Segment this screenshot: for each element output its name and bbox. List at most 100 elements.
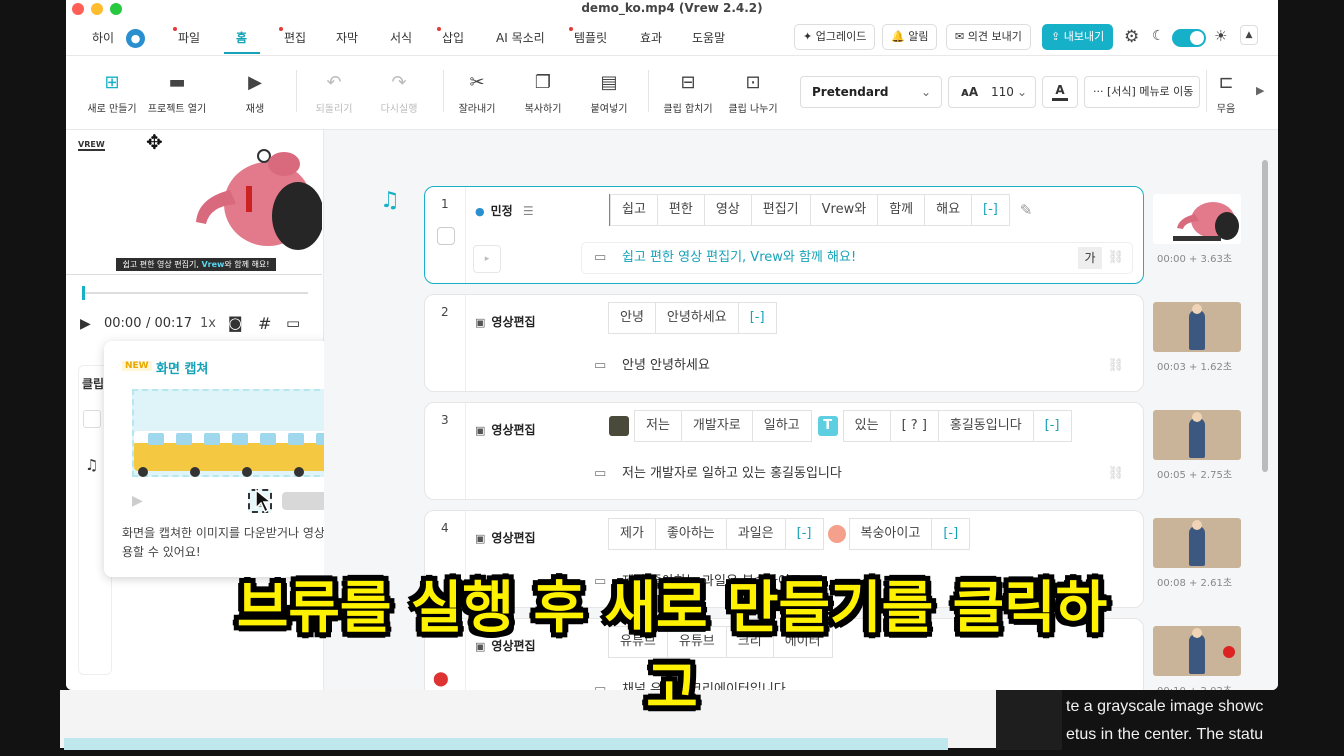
more-icon: ··· [1093, 85, 1107, 98]
menu-home[interactable]: 홈 [236, 29, 247, 46]
word-chip[interactable]: 해요 [924, 194, 973, 226]
playback-speed[interactable]: 1x [200, 316, 216, 331]
word-chip[interactable]: 안녕 [608, 302, 656, 334]
speaker[interactable]: ▣ 영상편집 [475, 529, 536, 546]
silence-chip[interactable]: [-] [784, 518, 824, 550]
subtitle-line[interactable]: ▭ 쉽고 편한 영상 편집기, Vrew와 함께 해요! 가 ⛓ [581, 242, 1133, 274]
clip-row[interactable]: 2 ▣ 영상편집 안녕 안녕하세요 [-] ▭ 안녕 안녕하세요 ⛓ [424, 294, 1144, 392]
go-to-format-menu-button[interactable]: ··· [서식] 메뉴로 이동 [1084, 76, 1200, 108]
font-size-select[interactable]: ᴀA 110 ⌄ [948, 76, 1036, 108]
play-icon[interactable]: ▶ [80, 316, 91, 332]
theme-toggle[interactable] [1172, 29, 1206, 47]
word-chip[interactable]: 일하고 [751, 410, 812, 442]
export-button[interactable]: ⇪ 내보내기 [1042, 24, 1114, 50]
word-chip[interactable]: Vrew와 [809, 194, 879, 226]
word-chip[interactable]: 과일은 [725, 518, 786, 550]
progress-bar[interactable] [82, 286, 308, 300]
new-project-button[interactable]: ⊞ 새로 만들기 [78, 72, 146, 115]
link-icon[interactable]: ⛓ [1107, 351, 1124, 381]
clip-row[interactable]: 3 ▣ 영상편집 저는 개발자로 일하고 T 있는 [ ? ] 홍길동입니다 [-… [424, 402, 1144, 500]
collapse-toolbar-button[interactable]: ▲ [1240, 25, 1258, 45]
subtitle-style-button[interactable]: 가 [1078, 247, 1102, 269]
subtitle-line[interactable]: ▭ 안녕 안녕하세요 ⛓ [581, 350, 1133, 382]
aspect-ratio-icon[interactable]: ▭ [286, 314, 300, 332]
silence-chip[interactable]: [-] [931, 518, 971, 550]
link-icon[interactable]: ⛓ [1107, 243, 1124, 273]
silence-chip[interactable]: [-] [1032, 410, 1072, 442]
clip-add-media-icon[interactable]: ▸ [473, 245, 501, 273]
grid-icon[interactable]: # [258, 314, 271, 333]
notification-button[interactable]: 🔔 알림 [882, 24, 938, 50]
word-chip[interactable]: 홍길동입니다 [937, 410, 1034, 442]
silence-chip[interactable]: [-] [737, 302, 777, 334]
open-project-button[interactable]: ▬ 프로젝트 열기 [143, 72, 211, 115]
merge-icon: ⊟ [680, 72, 696, 93]
word-chip[interactable]: 좋아하는 [654, 518, 727, 550]
redo-button[interactable]: ↷ 다시실행 [365, 72, 433, 115]
word-chip[interactable]: 복숭아이고 [848, 518, 933, 550]
link-icon[interactable]: ⛓ [1107, 459, 1124, 489]
merge-clip-button[interactable]: ⊟ 클립 합치기 [654, 72, 722, 115]
menu-ai-voice[interactable]: AI 목소리 [496, 29, 545, 46]
word-chip[interactable]: 개발자로 [680, 410, 753, 442]
split-clip-button[interactable]: ⊡ 클립 나누기 [719, 72, 787, 115]
menu-insert[interactable]: 삽입 [437, 27, 464, 46]
clip-row[interactable]: 1 ▸ ● 민정 ☰ 쉽고 편한 영상 편집기 Vrew와 함께 해요 [-] ✎… [424, 186, 1144, 284]
clip-thumbnail[interactable] [1153, 410, 1241, 460]
word-chip[interactable]: 함께 [877, 194, 926, 226]
progress-handle[interactable] [82, 286, 85, 300]
feedback-button[interactable]: ✉ 의견 보내기 [946, 24, 1031, 50]
copy-button[interactable]: ❐ 복사하기 [509, 72, 577, 115]
clip-thumbnail[interactable] [1153, 518, 1241, 568]
music-note-icon[interactable]: ♫ [85, 456, 98, 474]
speaker[interactable]: ▣ 영상편집 [475, 421, 536, 438]
speaker[interactable]: ● 민정 ☰ [475, 202, 540, 219]
clip-panel-checkbox[interactable] [83, 410, 101, 428]
clip-thumbnail[interactable] [1153, 302, 1241, 352]
paste-button[interactable]: ▤ 붙여넣기 [575, 72, 643, 115]
gear-icon[interactable]: ⚙ [1124, 27, 1139, 47]
word-chip[interactable]: 제가 [608, 518, 656, 550]
font-color-button[interactable]: A [1042, 76, 1078, 108]
menu-file[interactable]: 파일 [173, 27, 200, 46]
menu-format[interactable]: 서식 [390, 29, 412, 46]
menu-template[interactable]: 템플릿 [569, 27, 607, 46]
clip-divider [465, 403, 466, 499]
clip-thumbnail[interactable] [1153, 194, 1241, 244]
word-chip[interactable]: 편한 [656, 194, 705, 226]
speaker-settings-icon[interactable]: ☰ [523, 204, 534, 218]
menu-subtitle[interactable]: 자막 [336, 29, 358, 46]
play-button[interactable]: ▶ 재생 [221, 72, 289, 115]
screen-capture-icon[interactable]: ◙ [228, 314, 243, 332]
font-select[interactable]: Pretendard ⌄ [800, 76, 942, 108]
cut-button[interactable]: ✂ 잘라내기 [443, 72, 511, 115]
upgrade-button[interactable]: ✦ 업그레이드 [794, 24, 876, 50]
word-chip[interactable]: 편집기 [750, 194, 811, 226]
silence-chip[interactable]: [-] [971, 194, 1010, 226]
menu-edit[interactable]: 편집 [279, 27, 306, 46]
sticker-thumbnail[interactable] [609, 416, 629, 436]
toolbar-scroll-right-icon[interactable]: ▶ [1256, 84, 1264, 97]
speaker[interactable]: ▣ 영상편집 [475, 313, 536, 330]
pencil-icon[interactable]: ✎ [1020, 194, 1033, 226]
clip-checkbox[interactable] [437, 227, 455, 245]
peach-sticker-icon[interactable] [827, 525, 846, 543]
menu-help[interactable]: 도움말 [692, 29, 725, 46]
word-chip[interactable]: [ ? ] [889, 410, 939, 442]
word-chip[interactable]: 저는 [634, 410, 682, 442]
subtitle-line[interactable]: ▭ 저는 개발자로 일하고 있는 홍길동입니다 ⛓ [581, 458, 1133, 490]
user-avatar-icon[interactable]: ● [126, 29, 145, 48]
vertical-scrollbar[interactable] [1262, 160, 1268, 472]
word-chip[interactable]: 쉽고 [610, 194, 658, 226]
undo-button[interactable]: ↶ 되돌리기 [300, 72, 368, 115]
menu-effects[interactable]: 효과 [640, 29, 662, 46]
word-chip[interactable]: 안녕하세요 [654, 302, 739, 334]
video-preview[interactable]: VREW 쉽고 편한 영상 편집기, Vrew와 함께 해요! [66, 130, 322, 274]
music-note-icon[interactable]: ♫ [380, 188, 400, 213]
text-sticker-icon[interactable]: T [817, 416, 838, 436]
word-chip[interactable]: 있는 [842, 410, 891, 442]
word-chip[interactable]: 영상 [703, 194, 752, 226]
export-label: 내보내기 [1063, 30, 1105, 43]
preview-caption-brand: Vrew [201, 260, 225, 269]
silence-button[interactable]: ⊏ 무음 [1206, 72, 1246, 115]
